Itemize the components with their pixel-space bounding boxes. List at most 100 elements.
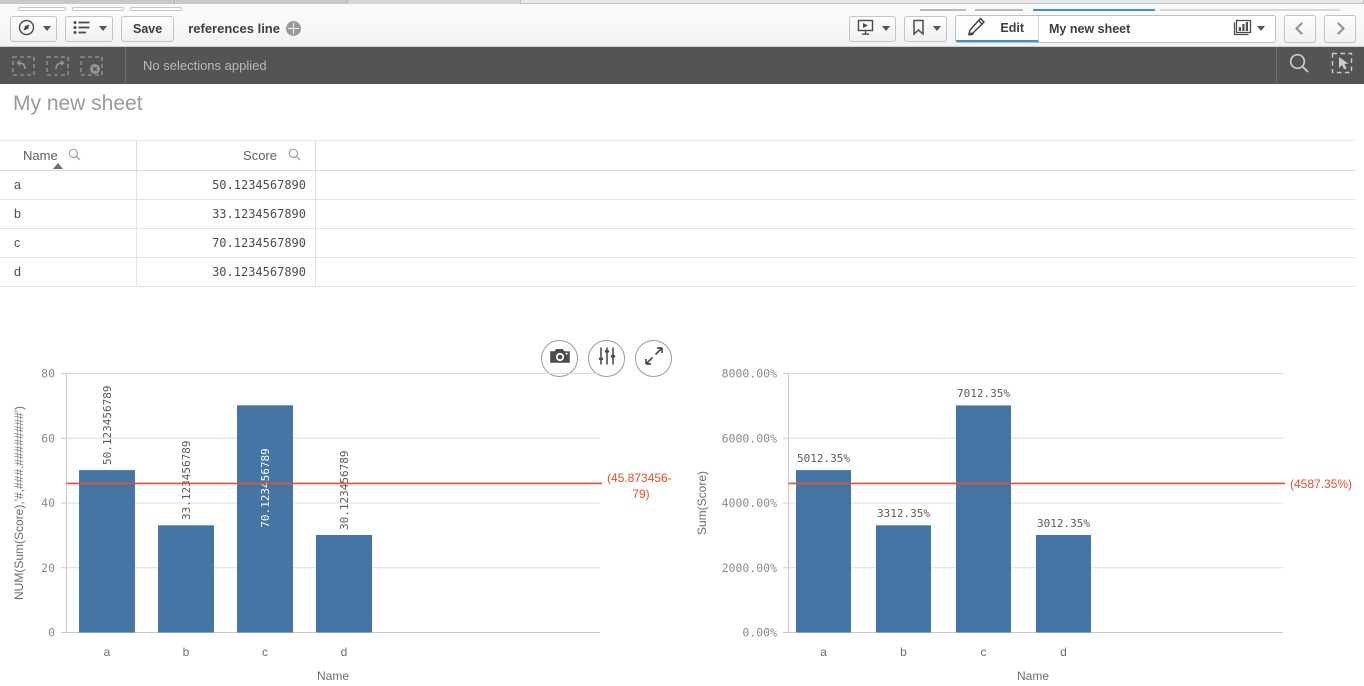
y-tick-label: 6000.00%	[722, 431, 777, 445]
document-title-label: references line	[188, 21, 280, 36]
edit-label: Edit	[1000, 20, 1024, 35]
right-bar-chart[interactable]: 8000.00% 6000.00% 4000.00% 2000.00% 0.00…	[690, 368, 1364, 686]
chevron-down-icon	[933, 26, 942, 31]
pencil-icon	[966, 16, 986, 39]
bar-value-label-d: 3012.35%	[1037, 517, 1090, 530]
browser-address-bar[interactable]	[520, 0, 1364, 4]
column-label: Name	[23, 148, 58, 163]
x-category-label-b[interactable]: b	[183, 645, 190, 659]
bar-d[interactable]	[316, 535, 372, 633]
edit-sheet-group: Edit My new sheet	[955, 14, 1276, 43]
x-category-label-c[interactable]: c	[981, 645, 987, 659]
bar-value-label-b: 33.123456789	[180, 441, 193, 520]
chevron-down-icon	[1257, 26, 1265, 31]
browser-tab[interactable]	[176, 0, 348, 4]
sort-ascending-icon	[53, 163, 63, 169]
table-header-row: Name Score	[0, 140, 1355, 171]
browser-chrome-sliver	[0, 0, 1364, 11]
x-category-label-d[interactable]: d	[1060, 645, 1067, 659]
x-category-label-b[interactable]: b	[900, 645, 907, 659]
selection-status: No selections applied	[143, 58, 267, 73]
save-button[interactable]: Save	[121, 15, 175, 42]
cell-score[interactable]: 30.1234567890	[137, 258, 316, 286]
table-row[interactable]: b 33.1234567890	[0, 200, 1355, 229]
table-row[interactable]: c 70.1234567890	[0, 229, 1355, 258]
x-axis-title: Name	[1017, 669, 1049, 683]
edit-button[interactable]: Edit	[956, 15, 1039, 42]
table-row[interactable]: d 30.1234567890	[0, 258, 1355, 287]
selection-history-controls	[0, 54, 125, 78]
left-bar-chart[interactable]: 80 60 40 20 0 NUM(Sum(Score),'#,###.####…	[0, 368, 690, 686]
table-column-header-name[interactable]: Name	[0, 141, 137, 170]
chevron-down-icon	[99, 26, 107, 31]
cell-empty	[316, 200, 1355, 228]
sheets-menu-button[interactable]	[65, 15, 113, 42]
y-tick-label: 2000.00%	[722, 561, 777, 575]
sheet-selector[interactable]: My new sheet	[1039, 15, 1275, 42]
y-tick-label: 4000.00%	[722, 496, 777, 510]
table-column-header-score[interactable]: Score	[137, 141, 316, 170]
bar-a[interactable]	[79, 470, 135, 633]
sheet-thumbnail-button[interactable]	[1233, 19, 1265, 39]
cell-score[interactable]: 33.1234567890	[137, 200, 316, 228]
bookmarks-button[interactable]	[904, 15, 948, 42]
selection-tool-button[interactable]	[1320, 47, 1364, 84]
x-category-label-a[interactable]: a	[104, 645, 111, 659]
bookmark-icon	[912, 19, 925, 39]
table-column-header-empty	[316, 141, 1355, 170]
x-category-label-a[interactable]: a	[820, 645, 827, 659]
save-label: Save	[133, 21, 163, 36]
chevron-down-icon	[43, 26, 51, 31]
bar-value-label-d: 30.123456789	[338, 451, 351, 530]
search-icon[interactable]	[68, 148, 81, 164]
reference-line-label: (4587.35%)	[1290, 477, 1352, 491]
x-category-label-d[interactable]: d	[341, 645, 348, 659]
reference-line-label-line1: (45.873456-	[607, 471, 672, 485]
next-sheet-button[interactable]	[1324, 14, 1356, 43]
cell-empty	[316, 258, 1355, 286]
sheet-name-label: My new sheet	[1049, 21, 1131, 36]
y-axis-title: Sum(Score)	[695, 471, 709, 535]
page-title: My new sheet	[13, 92, 143, 115]
story-icon	[857, 19, 874, 39]
data-table: Name Score a 50.1234567890 b 33.12345678…	[0, 140, 1355, 287]
bar-value-label-a: 50.123456789	[101, 386, 114, 465]
cell-score[interactable]: 50.1234567890	[137, 171, 316, 199]
chart-thumbnail-icon	[1233, 19, 1252, 39]
selection-forward-button[interactable]	[42, 54, 72, 78]
storytelling-button[interactable]	[849, 15, 897, 42]
bar-value-label-a: 5012.35%	[797, 452, 850, 465]
y-tick-label: 8000.00%	[722, 368, 777, 381]
bar-b[interactable]	[158, 525, 214, 633]
x-category-label-c[interactable]: c	[262, 645, 268, 659]
clear-selections-button[interactable]	[76, 54, 106, 78]
navigation-menu-button[interactable]	[10, 15, 57, 42]
search-icon[interactable]	[288, 148, 301, 164]
cell-name[interactable]: d	[0, 258, 137, 286]
document-title: references line	[188, 21, 301, 36]
previous-sheet-button[interactable]	[1284, 14, 1316, 43]
bar-a[interactable]	[796, 470, 851, 633]
list-icon	[73, 20, 91, 38]
bar-d[interactable]	[1036, 535, 1091, 633]
cell-empty	[316, 229, 1355, 257]
left-chart-svg: 80 60 40 20 0 NUM(Sum(Score),'#,###.####…	[12, 368, 672, 683]
bar-c[interactable]	[956, 405, 1011, 633]
table-row[interactable]: a 50.1234567890	[0, 171, 1355, 200]
selection-tool-icon	[1331, 52, 1353, 79]
toolbar-left-group: Save references line	[0, 15, 301, 42]
y-tick-label: 40	[41, 496, 55, 510]
cell-score[interactable]: 70.1234567890	[137, 229, 316, 257]
bar-b[interactable]	[876, 525, 931, 633]
y-tick-label: 60	[41, 431, 55, 445]
selection-back-button[interactable]	[8, 54, 38, 78]
global-search-button[interactable]	[1276, 47, 1320, 84]
cell-name[interactable]: a	[0, 171, 137, 199]
cell-name[interactable]: c	[0, 229, 137, 257]
app-toolbar: Save references line Edit My new sheet	[0, 11, 1364, 47]
cell-name[interactable]: b	[0, 200, 137, 228]
bar-value-label-c: 70.123456789	[259, 448, 272, 527]
y-tick-label: 20	[41, 561, 55, 575]
y-tick-label: 80	[41, 368, 55, 381]
browser-tab[interactable]	[0, 0, 175, 4]
